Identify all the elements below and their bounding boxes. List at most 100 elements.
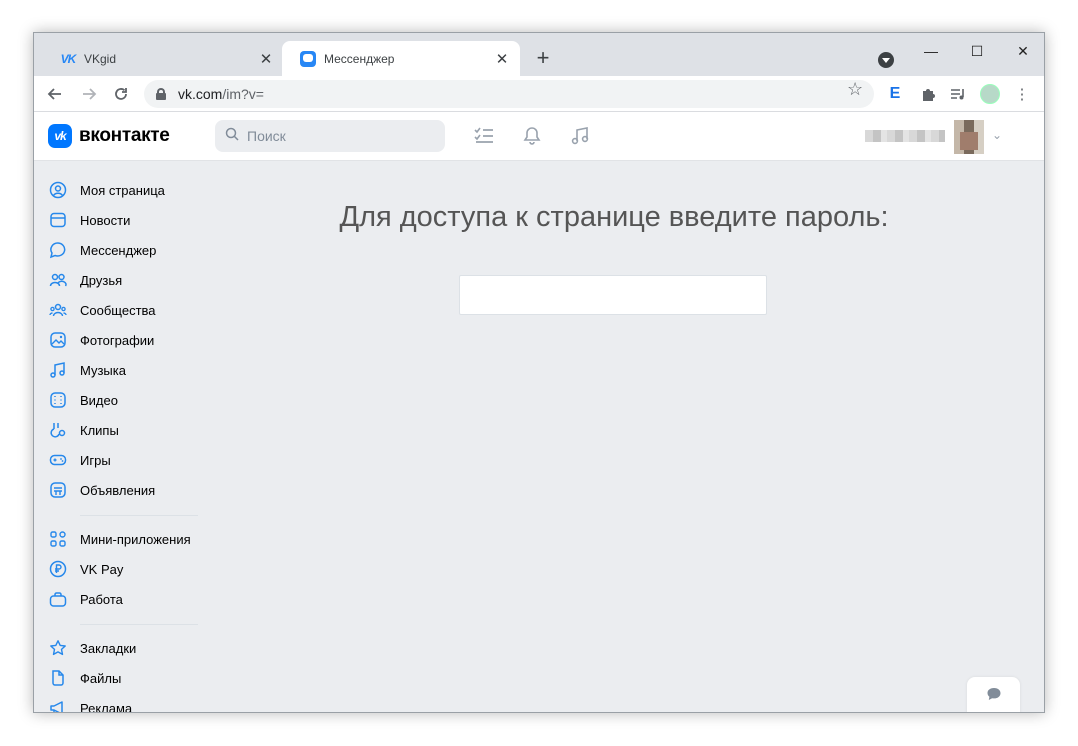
sidebar-item-music[interactable]: Музыка	[48, 355, 126, 385]
music-note-icon[interactable]	[568, 124, 592, 148]
sidebar-item-my-page[interactable]: Моя страница	[48, 175, 165, 205]
vk-header: vk вконтакте Поиск ⌄	[34, 112, 1044, 161]
sidebar-item-label: Моя страница	[80, 182, 165, 198]
avatar[interactable]	[954, 120, 984, 154]
sidebar-item-bookmarks[interactable]: Закладки	[48, 633, 136, 663]
tab-strip: VK VKgid ✕ Мессенджер ✕ + — ☐ ✕	[34, 33, 1044, 76]
communities-icon	[48, 300, 68, 320]
apps-grid-icon	[48, 529, 68, 549]
close-tab-icon[interactable]: ✕	[258, 51, 274, 68]
url-path: /im?v=	[222, 86, 264, 102]
minimize-button[interactable]: —	[908, 39, 954, 63]
checklist-icon[interactable]	[472, 124, 496, 148]
tab-title: Мессенджер	[324, 51, 395, 66]
media-controls-icon[interactable]	[948, 84, 968, 104]
url-host: vk.com	[178, 86, 223, 102]
sidebar-item-vkpay[interactable]: VK Pay	[48, 554, 123, 584]
back-arrow-icon[interactable]	[44, 83, 66, 105]
sidebar-item-label: Работа	[80, 591, 123, 607]
extension-e-icon[interactable]: E	[885, 84, 905, 104]
vk-logo[interactable]: vk вконтакте	[48, 124, 170, 148]
close-window-button[interactable]: ✕	[1000, 39, 1044, 63]
password-field[interactable]	[459, 275, 767, 315]
forward-arrow-icon[interactable]	[78, 83, 100, 105]
sidebar-item-label: Реклама	[80, 700, 133, 713]
sidebar-item-label: Видео	[80, 392, 118, 408]
chat-widget-button[interactable]	[967, 677, 1020, 712]
sidebar-item-label: Файлы	[80, 670, 122, 686]
sidebar-item-mini-apps[interactable]: Мини-приложения	[48, 524, 191, 554]
message-icon	[48, 240, 68, 260]
sidebar-divider	[80, 624, 198, 625]
browser-window: VK VKgid ✕ Мессенджер ✕ + — ☐ ✕ vk.com/i…	[33, 32, 1045, 713]
sidebar-item-label: Клипы	[80, 422, 119, 438]
sidebar-item-work[interactable]: Работа	[48, 584, 123, 614]
sidebar-item-communities[interactable]: Сообщества	[48, 295, 156, 325]
vkpay-icon	[48, 559, 68, 579]
new-tab-button[interactable]: +	[532, 47, 554, 69]
notifications-bell-icon[interactable]	[520, 124, 544, 148]
user-name-blurred[interactable]	[865, 130, 945, 142]
sidebar-item-label: Игры	[80, 452, 111, 468]
maximize-button[interactable]: ☐	[954, 39, 1000, 63]
sidebar-item-clips[interactable]: Клипы	[48, 415, 119, 445]
sidebar-item-label: Сообщества	[80, 302, 156, 318]
news-icon	[48, 210, 68, 230]
sidebar-item-news[interactable]: Новости	[48, 205, 130, 235]
sidebar-item-label: Музыка	[80, 362, 126, 378]
photo-icon	[48, 330, 68, 350]
sidebar-item-label: Друзья	[80, 272, 123, 288]
page-title: Для доступа к странице введите пароль:	[339, 201, 889, 233]
browser-menu-icon[interactable]: ⋮	[1012, 84, 1032, 104]
search-placeholder: Поиск	[247, 128, 286, 144]
sidebar-item-video[interactable]: Видео	[48, 385, 118, 415]
sidebar-item-label: Закладки	[80, 640, 137, 656]
file-icon	[48, 668, 68, 688]
sidebar-item-photos[interactable]: Фотографии	[48, 325, 154, 355]
chat-bubble-icon	[986, 687, 1002, 706]
address-bar[interactable]: vk.com/im?v=	[144, 80, 874, 108]
close-tab-icon[interactable]: ✕	[494, 51, 510, 68]
sidebar-item-label: Объявления	[80, 482, 156, 498]
ads-board-icon	[48, 480, 68, 500]
sidebar-item-ads[interactable]: Объявления	[48, 475, 155, 505]
sidebar-item-label: Мини-приложения	[80, 531, 191, 547]
vk-logo-text: вконтакте	[79, 125, 170, 146]
sidebar: Моя страница Новости Мессенджер Друзья С…	[34, 161, 214, 713]
vk-logo-icon: vk	[48, 124, 72, 148]
search-icon	[225, 127, 239, 145]
sidebar-item-files[interactable]: Файлы	[48, 663, 121, 693]
sidebar-item-advertising[interactable]: Реклама	[48, 693, 133, 713]
tab-search-icon[interactable]	[878, 52, 894, 68]
reload-icon[interactable]	[110, 83, 132, 105]
search-input[interactable]: Поиск	[215, 120, 445, 152]
sidebar-item-label: Новости	[80, 212, 131, 228]
tab-messenger[interactable]: Мессенджер ✕	[282, 41, 520, 76]
sidebar-item-label: Мессенджер	[80, 242, 157, 258]
profile-avatar-icon[interactable]	[980, 84, 1000, 104]
megaphone-icon	[48, 698, 68, 712]
gamepad-icon	[48, 450, 68, 470]
friends-icon	[48, 270, 68, 290]
messenger-icon	[300, 50, 316, 67]
tab-vkgid[interactable]: VK VKgid ✕	[42, 41, 284, 76]
video-icon	[48, 390, 68, 410]
sidebar-item-games[interactable]: Игры	[48, 445, 111, 475]
briefcase-icon	[48, 589, 68, 609]
extensions-puzzle-icon[interactable]	[918, 84, 938, 104]
sidebar-item-messenger[interactable]: Мессенджер	[48, 235, 156, 265]
chevron-down-icon[interactable]: ⌄	[992, 128, 1002, 142]
tab-title: VKgid	[84, 51, 117, 66]
browser-toolbar: vk.com/im?v= ☆ E ⋮	[34, 76, 1044, 112]
lock-icon	[156, 88, 166, 100]
sidebar-item-friends[interactable]: Друзья	[48, 265, 122, 295]
sidebar-item-label: VK Pay	[80, 561, 124, 577]
clips-icon	[48, 420, 68, 440]
star-icon	[48, 638, 68, 658]
sidebar-item-label: Фотографии	[80, 332, 155, 348]
vk-logo-icon: VK	[60, 51, 77, 66]
music-icon	[48, 360, 68, 380]
user-circle-icon	[48, 180, 68, 200]
sidebar-divider	[80, 515, 198, 516]
bookmark-star-icon[interactable]: ☆	[847, 79, 863, 100]
